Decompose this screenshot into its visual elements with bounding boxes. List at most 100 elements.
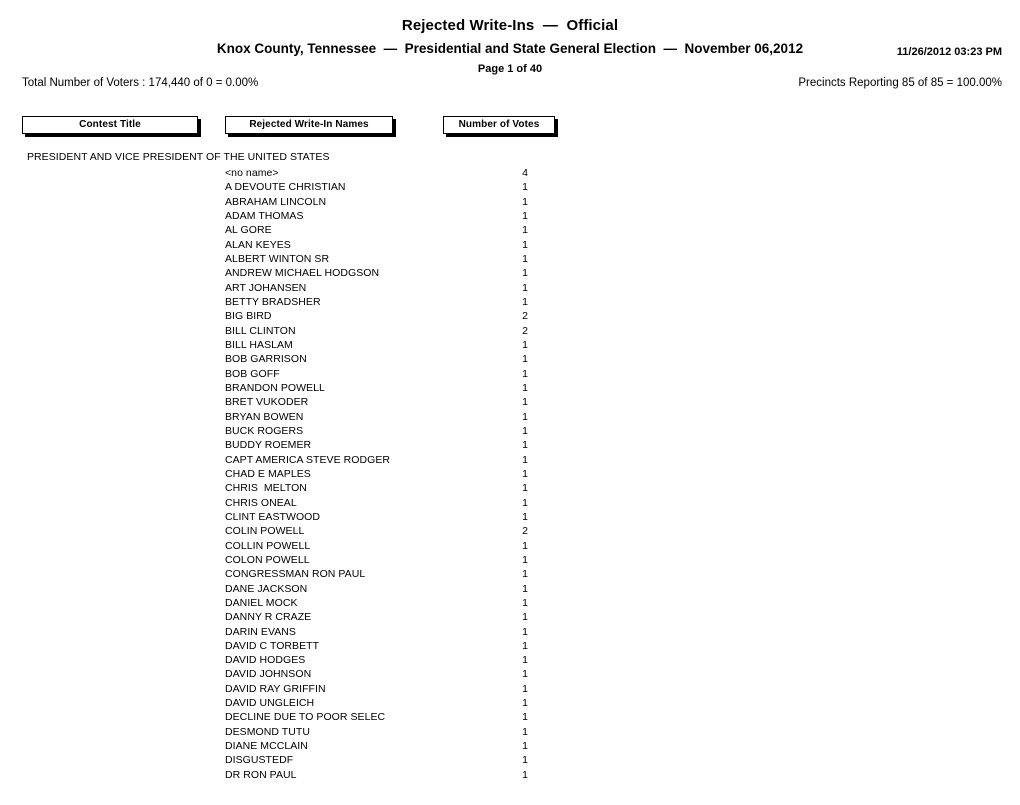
write-in-vote-count: 1 [522,553,528,566]
column-header-rejected-write-in-names[interactable]: Rejected Write-In Names [225,116,393,134]
write-in-vote-count: 1 [522,181,528,194]
write-in-vote-count: 1 [522,539,528,552]
write-in-name: CHRIS ONEAL [225,496,297,509]
table-row: DECLINE DUE TO POOR SELEC 1 [0,711,1020,725]
table-row: DISGUSTEDF 1 [0,754,1020,768]
table-row: DANE JACKSON 1 [0,583,1020,597]
write-in-name: BOB GOFF [225,367,280,380]
table-row: DAVID HODGES 1 [0,654,1020,668]
table-row: BRET VUKODER 1 [0,396,1020,410]
write-in-vote-count: 1 [522,367,528,380]
table-row: BRYAN BOWEN 1 [0,411,1020,425]
table-row: COLIN POWELL 2 [0,525,1020,539]
summary-row: Total Number of Voters : 174,440 of 0 = … [0,77,1020,92]
write-in-name: ALBERT WINTON SR [225,252,330,265]
write-in-name: DR RON PAUL [225,768,297,781]
table-row: DAVID UNGLEICH 1 [0,697,1020,711]
write-in-rows: <no name> 4 A DEVOUTE CHRISTIAN 1 ABRAHAM LI… [0,167,1020,783]
write-in-vote-count: 1 [522,410,528,423]
write-in-vote-count: 1 [522,596,528,609]
total-voters-text: Total Number of Voters : 174,440 of 0 = … [22,77,259,89]
write-in-name: DISGUSTEDF [225,754,294,767]
table-row: CONGRESSMAN RON PAUL 1 [0,568,1020,582]
write-in-name: COLIN POWELL [225,525,305,538]
write-in-vote-count: 1 [522,625,528,638]
write-in-vote-count: 1 [522,582,528,595]
table-row: BUCK ROGERS 1 [0,425,1020,439]
write-in-vote-count: 1 [522,740,528,753]
write-in-name: ANDREW MICHAEL HODGSON [225,267,380,280]
write-in-name: DAVID HODGES [225,654,306,667]
write-in-vote-count: 1 [522,496,528,509]
write-in-name: <no name> [225,167,279,179]
write-in-vote-count: 1 [522,224,528,237]
column-header-bar: Contest Title Rejected Write-In Names Nu… [0,116,1020,142]
write-in-vote-count: 1 [522,482,528,495]
write-in-name: DANIEL MOCK [225,596,298,609]
write-in-name: BOB GARRISON [225,353,307,366]
write-in-vote-count: 1 [522,682,528,695]
report-header: Rejected Write-Ins — Official Knox Count… [0,17,1020,76]
table-row: DANIEL MOCK 1 [0,597,1020,611]
write-in-name: COLON POWELL [225,553,310,566]
table-row: COLLIN POWELL 1 [0,540,1020,554]
table-row: BILL CLINTON 2 [0,325,1020,339]
write-in-name: DAVID RAY GRIFFIN [225,682,326,695]
write-in-vote-count: 1 [522,281,528,294]
write-in-name: DANNY R CRAZE [225,611,312,624]
table-row: AL GORE 1 [0,224,1020,238]
table-row: COLON POWELL 1 [0,554,1020,568]
table-row: DAVID C TORBETT 1 [0,640,1020,654]
write-in-name: BIG BIRD [225,310,272,323]
write-in-vote-count: 1 [522,439,528,452]
write-in-name: ALAN KEYES [225,238,291,251]
write-in-vote-count: 1 [522,267,528,280]
table-row: DR RON PAUL 1 [0,769,1020,783]
write-in-name: DAVID UNGLEICH [225,697,315,710]
table-row: DAVID RAY GRIFFIN 1 [0,683,1020,697]
write-in-name: ADAM THOMAS [225,209,304,222]
write-in-vote-count: 1 [522,639,528,652]
table-row: ABRAHAM LINCOLN 1 [0,196,1020,210]
write-in-vote-count: 1 [522,654,528,667]
contest-title: PRESIDENT AND VICE PRESIDENT OF THE UNIT… [27,151,330,163]
write-in-name: BRANDON POWELL [225,381,325,394]
write-in-name: BRET VUKODER [225,396,309,409]
write-in-name: ART JOHANSEN [225,281,307,294]
write-in-name: A DEVOUTE CHRISTIAN [225,181,346,194]
write-in-vote-count: 1 [522,396,528,409]
precincts-reporting-text: Precincts Reporting 85 of 85 = 100.00% [798,77,1002,89]
write-in-vote-count: 1 [522,725,528,738]
write-in-name: CHAD E MAPLES [225,467,311,480]
write-in-name: DAVID C TORBETT [225,639,320,652]
write-in-name: BILL CLINTON [225,324,296,337]
write-in-name: CLINT EASTWOOD [225,510,321,523]
write-in-vote-count: 1 [522,467,528,480]
column-header-contest-title[interactable]: Contest Title [22,116,198,134]
table-row: CAPT AMERICA STEVE RODGER 1 [0,454,1020,468]
write-in-vote-count: 1 [522,195,528,208]
report-title: Rejected Write-Ins — Official [401,17,619,34]
write-in-vote-count: 1 [522,711,528,724]
write-in-name: BILL HASLAM [225,338,293,351]
write-in-vote-count: 1 [522,453,528,466]
table-row: CHRIS ONEAL 1 [0,497,1020,511]
column-header-number-of-votes[interactable]: Number of Votes [443,116,555,134]
page-indicator: Page 1 of 40 [477,63,543,75]
write-in-name: CAPT AMERICA STEVE RODGER [225,453,391,466]
write-in-name: BUDDY ROEMER [225,439,312,452]
write-in-name: BUCK ROGERS [225,424,304,437]
write-in-name: CHRIS MELTON [225,482,307,495]
table-row: A DEVOUTE CHRISTIAN 1 [0,181,1020,195]
report-timestamp: 11/26/2012 03:23 PM [896,46,1002,58]
write-in-name: AL GORE [225,224,272,237]
table-row: DESMOND TUTU 1 [0,726,1020,740]
table-row: BUDDY ROEMER 1 [0,439,1020,453]
table-row: BOB GOFF 1 [0,368,1020,382]
write-in-vote-count: 2 [522,324,528,337]
write-in-name: ABRAHAM LINCOLN [225,195,327,208]
write-in-vote-count: 1 [522,424,528,437]
table-row: ADAM THOMAS 1 [0,210,1020,224]
write-in-vote-count: 1 [522,209,528,222]
table-row: BETTY BRADSHER 1 [0,296,1020,310]
